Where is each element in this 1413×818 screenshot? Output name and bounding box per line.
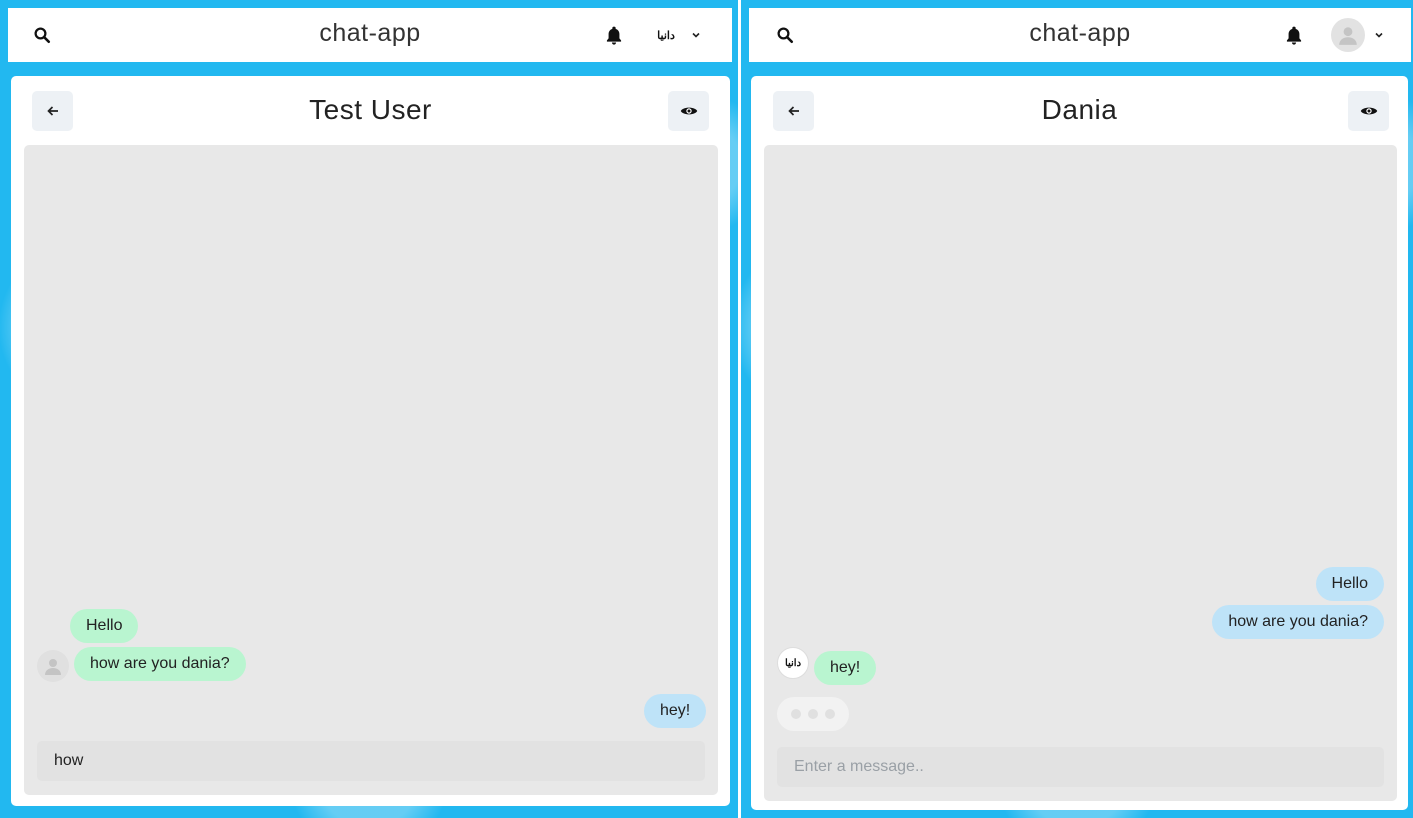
message-bubble: Hello <box>70 609 139 643</box>
profile-menu[interactable]: دانيا <box>650 18 702 52</box>
notifications-button[interactable] <box>1282 22 1306 48</box>
eye-icon <box>1360 107 1377 115</box>
search-icon <box>777 27 794 44</box>
view-profile-button[interactable] <box>668 91 709 131</box>
typing-dot <box>808 709 818 719</box>
chevron-down-icon <box>1373 29 1385 41</box>
sender-avatar <box>37 650 69 682</box>
chat-title: Dania <box>1041 94 1118 125</box>
message-input[interactable] <box>777 747 1384 787</box>
profile-logo-text: دانيا <box>657 28 675 42</box>
message-bubble: how are you dania? <box>74 647 246 681</box>
left-window: chat-app دانيا Test User Hello how are y… <box>0 0 738 818</box>
search-button[interactable] <box>771 22 799 48</box>
profile-menu[interactable] <box>1331 18 1385 52</box>
search-icon <box>34 27 51 44</box>
user-icon <box>1339 27 1357 45</box>
top-navbar: chat-app دانيا <box>8 8 732 62</box>
user-icon <box>45 659 61 675</box>
chat-title: Test User <box>309 94 432 125</box>
right-window: chat-app Dania Hello how are you dania? … <box>741 0 1413 818</box>
eye-icon <box>680 107 697 115</box>
typing-dot <box>791 709 801 719</box>
bell-icon <box>1286 26 1302 45</box>
sender-avatar: دانيا <box>777 647 809 679</box>
chat-card: Dania Hello how are you dania? دانيا hey… <box>751 76 1408 810</box>
message-bubble: hey! <box>814 651 877 685</box>
profile-logo: دانيا <box>650 19 682 51</box>
search-button[interactable] <box>28 22 56 48</box>
view-profile-button[interactable] <box>1348 91 1389 131</box>
app-title: chat-app <box>1029 19 1131 47</box>
top-navbar: chat-app <box>749 8 1411 62</box>
typing-indicator <box>777 697 849 731</box>
message-bubble: how are you dania? <box>1212 605 1384 639</box>
message-bubble: hey! <box>644 694 707 728</box>
messages-area: Hello how are you dania? hey! <box>24 145 718 795</box>
messages-area: Hello how are you dania? دانيا hey! <box>764 145 1397 801</box>
profile-avatar <box>1331 18 1365 52</box>
notifications-button[interactable] <box>602 22 626 48</box>
sender-logo-text: دانيا <box>784 657 802 669</box>
typing-dot <box>825 709 835 719</box>
chevron-down-icon <box>690 29 702 41</box>
message-input[interactable] <box>37 741 705 781</box>
bell-icon <box>606 26 622 45</box>
chat-card: Test User Hello how are you dania? hey! <box>11 76 730 806</box>
message-bubble: Hello <box>1315 567 1384 601</box>
